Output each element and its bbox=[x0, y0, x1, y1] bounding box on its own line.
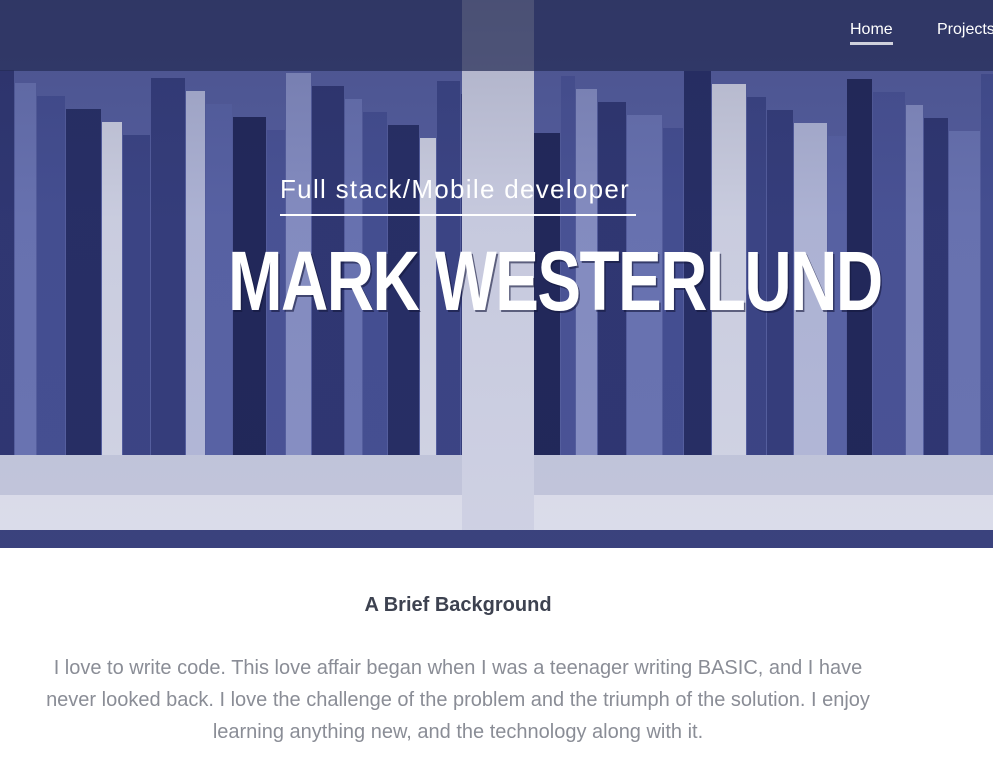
background-paragraph: I love to write code. This love affair b… bbox=[0, 652, 916, 748]
hero-title: MARK WESTERLUND bbox=[228, 234, 883, 328]
nav-link-home[interactable]: Home bbox=[850, 21, 893, 45]
hero-banner: Home Projects Full stack/Mobile develope… bbox=[0, 0, 993, 548]
paragraph-line: learning anything new, and the technolog… bbox=[212, 721, 704, 743]
nav-link-projects[interactable]: Projects bbox=[937, 21, 993, 39]
top-navbar: Home Projects bbox=[0, 0, 993, 71]
paragraph-line: I love to write code. This love affair b… bbox=[53, 657, 863, 679]
section-heading: A Brief Background bbox=[364, 594, 552, 616]
hero-subtitle: Full stack/Mobile developer bbox=[280, 174, 636, 216]
paragraph-line: never looked back. I love the challenge … bbox=[46, 689, 870, 711]
